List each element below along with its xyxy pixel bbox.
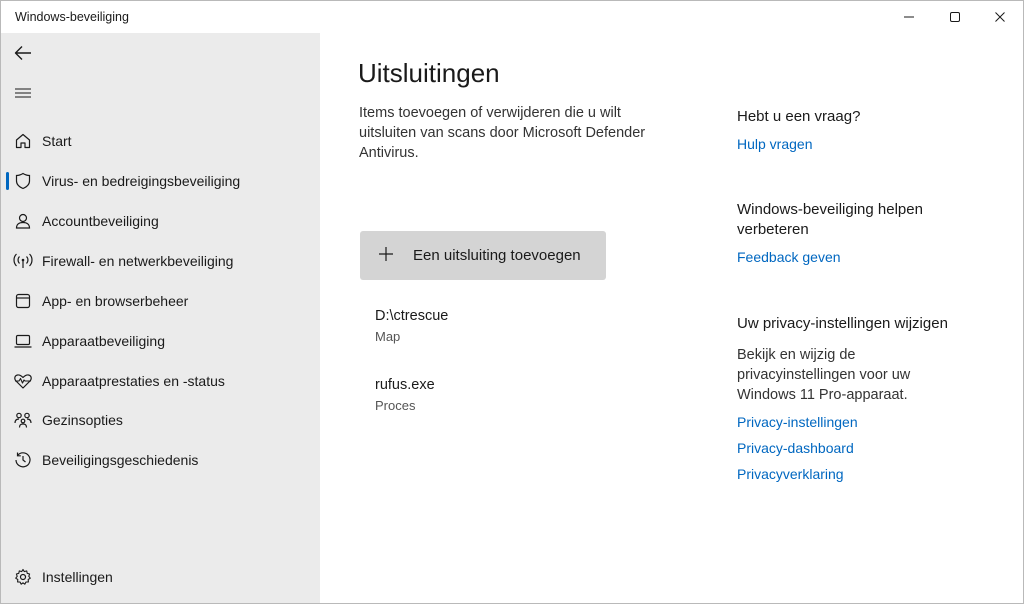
privacy-dashboard-link[interactable]: Privacy-dashboard (737, 440, 854, 456)
sidebar-item-device-performance[interactable]: Apparaatprestaties en -status (1, 363, 320, 399)
title-bar: Windows-beveiliging (1, 1, 1023, 33)
privacy-statement-link[interactable]: Privacyverklaring (737, 466, 844, 482)
plus-icon (378, 246, 394, 265)
selection-indicator (6, 172, 9, 190)
sidebar-item-history[interactable]: Beveiligingsgeschiedenis (1, 442, 320, 478)
sidebar-item-firewall[interactable]: Firewall- en netwerkbeveiliging (1, 243, 320, 279)
question-heading: Hebt u een vraag? (737, 108, 861, 125)
exclusion-type: Proces (375, 398, 416, 413)
sidebar-item-label: Gezinsopties (42, 412, 123, 428)
sidebar-item-app-browser[interactable]: App- en browserbeheer (1, 283, 320, 319)
exclusion-type: Map (375, 329, 401, 344)
sidebar-item-account[interactable]: Accountbeveiliging (1, 203, 320, 239)
exclusion-item[interactable]: rufus.exe Proces (375, 377, 655, 413)
sidebar-item-label: Accountbeveiliging (42, 213, 159, 229)
shield-icon (13, 171, 33, 191)
wireless-icon (13, 251, 33, 271)
person-icon (13, 211, 33, 231)
page-description: Items toevoegen of verwijderen die u wil… (359, 105, 646, 161)
privacy-text: Bekijk en wijzig de privacyinstellingen … (737, 347, 911, 403)
sidebar-item-label: App- en browserbeheer (42, 293, 189, 309)
feedback-link[interactable]: Feedback geven (737, 249, 841, 265)
browser-window-icon (13, 291, 33, 311)
home-icon (13, 131, 33, 151)
sidebar-item-label: Instellingen (42, 569, 113, 585)
sidebar-item-device-security[interactable]: Apparaatbeveiliging (1, 323, 320, 359)
exclusion-item[interactable]: D:\ctrescue Map (375, 308, 655, 344)
main-content: Uitsluitingen Items toevoegen of verwijd… (320, 33, 1023, 603)
improve-heading: Windows-beveiliging helpen verbeteren (737, 201, 923, 238)
add-exclusion-button[interactable]: Een uitsluiting toevoegen (360, 231, 606, 280)
history-icon (13, 450, 33, 470)
privacy-heading: Uw privacy-instellingen wijzigen (737, 315, 948, 332)
sidebar-item-label: Apparaatprestaties en -status (42, 373, 225, 389)
privacy-settings-link[interactable]: Privacy-instellingen (737, 414, 858, 430)
sidebar-item-virus-protection[interactable]: Virus- en bedreigingsbeveiliging (1, 163, 320, 199)
sidebar-item-label: Firewall- en netwerkbeveiliging (42, 253, 234, 269)
close-icon (995, 12, 1005, 22)
minimize-icon (904, 16, 914, 18)
laptop-icon (13, 331, 33, 351)
app-window: Windows-beveiliging Start Virus- en bedr… (0, 0, 1024, 604)
back-button[interactable] (9, 39, 37, 67)
close-button[interactable] (977, 1, 1023, 33)
page-title: Uitsluitingen (358, 58, 500, 88)
gear-icon (13, 567, 33, 587)
hamburger-icon (15, 88, 31, 98)
sidebar: Start Virus- en bedreigingsbeveiliging A… (1, 33, 320, 603)
sidebar-item-label: Beveiligingsgeschiedenis (42, 452, 199, 468)
sidebar-item-family[interactable]: Gezinsopties (1, 402, 320, 438)
minimize-button[interactable] (886, 1, 932, 33)
menu-button[interactable] (9, 79, 37, 107)
maximize-icon (950, 12, 960, 22)
sidebar-item-settings[interactable]: Instellingen (1, 559, 320, 595)
sidebar-item-label: Virus- en bedreigingsbeveiliging (42, 173, 241, 189)
heart-pulse-icon (13, 371, 33, 391)
maximize-button[interactable] (932, 1, 978, 33)
help-link[interactable]: Hulp vragen (737, 136, 813, 152)
exclusion-name: D:\ctrescue (375, 308, 449, 324)
exclusion-name: rufus.exe (375, 377, 435, 393)
back-arrow-icon (14, 46, 31, 60)
sidebar-item-start[interactable]: Start (1, 123, 320, 159)
sidebar-item-label: Start (42, 133, 72, 149)
family-icon (13, 410, 33, 430)
window-title: Windows-beveiliging (15, 10, 129, 24)
add-exclusion-label: Een uitsluiting toevoegen (413, 247, 581, 264)
sidebar-item-label: Apparaatbeveiliging (42, 333, 165, 349)
